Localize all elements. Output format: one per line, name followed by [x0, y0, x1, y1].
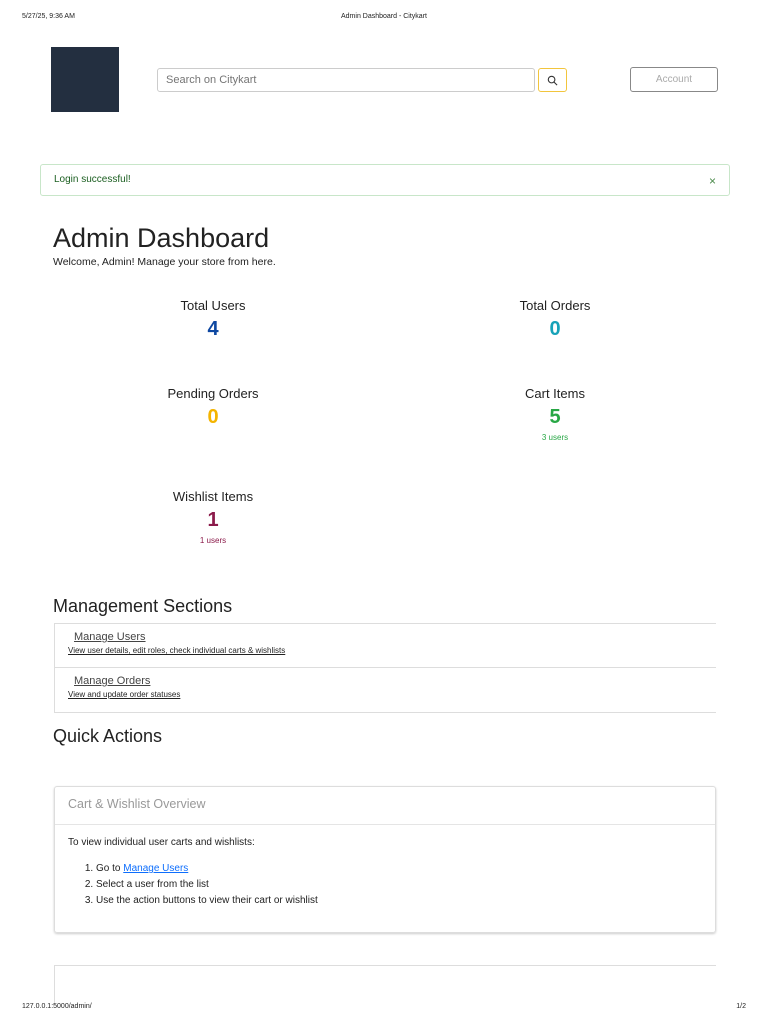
card-intro: To view individual user carts and wishli… — [68, 837, 255, 848]
stat-label: Cart Items — [525, 386, 585, 401]
stat-label: Total Orders — [519, 298, 591, 313]
stat-value: 5 — [549, 406, 561, 428]
card-title: Cart & Wishlist Overview — [55, 787, 715, 825]
search-input[interactable] — [157, 68, 535, 92]
stat-cart-items: Cart Items 5 3 users — [455, 386, 655, 442]
item-description: View and update order statuses — [68, 690, 181, 699]
list-item-manage-orders[interactable]: Manage Orders View and update order stat… — [55, 668, 716, 712]
stat-total-users: Total Users 4 — [113, 298, 313, 341]
management-list: Manage Users View user details, edit rol… — [54, 623, 716, 713]
stat-pending-orders: Pending Orders 0 — [113, 386, 313, 429]
step-1: Go to Manage Users — [96, 861, 702, 877]
welcome-text: Welcome, Admin! Manage your store from h… — [53, 256, 276, 268]
stat-sub: 1 users — [199, 536, 227, 545]
stat-label: Wishlist Items — [172, 489, 254, 504]
print-title: Admin Dashboard - Citykart — [341, 13, 427, 20]
search-button[interactable] — [538, 68, 567, 92]
list-item-manage-users[interactable]: Manage Users View user details, edit rol… — [55, 624, 716, 668]
cart-wishlist-overview-card: Cart & Wishlist Overview To view individ… — [54, 786, 716, 933]
print-page-number: 1/2 — [736, 1003, 746, 1010]
alert-message: Login successful! — [54, 174, 131, 185]
logo[interactable] — [51, 47, 119, 112]
stat-value: 0 — [549, 318, 561, 340]
stat-value: 4 — [207, 318, 219, 340]
page-title: Admin Dashboard — [53, 223, 270, 253]
management-heading: Management Sections — [53, 596, 233, 616]
manage-users-inline-link[interactable]: Manage Users — [123, 863, 188, 874]
close-icon[interactable]: × — [709, 174, 716, 188]
quick-actions-heading: Quick Actions — [53, 726, 163, 746]
account-button[interactable]: Account — [630, 67, 718, 92]
manage-orders-link[interactable]: Manage Orders — [68, 675, 703, 687]
item-description: View user details, edit roles, check ind… — [68, 646, 286, 655]
step-3: Use the action buttons to view their car… — [96, 893, 702, 909]
print-url: 127.0.0.1:5000/admin/ — [22, 1003, 92, 1010]
stat-total-orders: Total Orders 0 — [455, 298, 655, 341]
step-2: Select a user from the list — [96, 877, 702, 893]
stat-value: 1 — [207, 509, 219, 531]
search-icon — [547, 75, 558, 85]
stat-label: Total Users — [180, 298, 246, 313]
next-card — [54, 965, 716, 1005]
stat-label: Pending Orders — [167, 386, 259, 401]
success-alert: Login successful! × — [40, 164, 730, 196]
stat-value: 0 — [207, 406, 219, 428]
stat-wishlist-items: Wishlist Items 1 1 users — [113, 489, 313, 545]
manage-users-link[interactable]: Manage Users — [68, 631, 703, 643]
step-text: Go to — [96, 863, 124, 874]
stat-sub: 3 users — [541, 433, 569, 442]
